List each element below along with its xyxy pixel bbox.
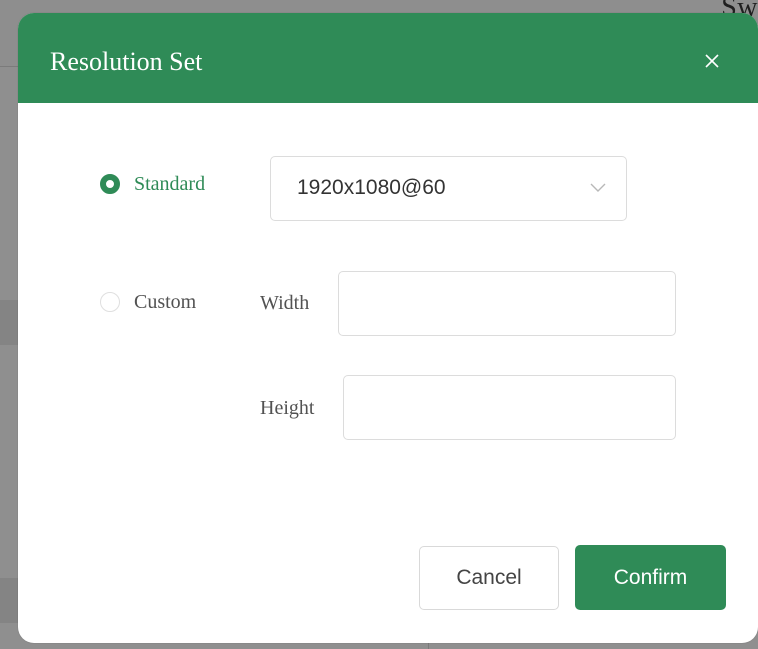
custom-label: Custom <box>134 291 197 313</box>
close-button[interactable] <box>700 49 724 73</box>
width-input[interactable] <box>338 271 676 336</box>
resolution-select-value: 1920x1080@60 <box>297 176 446 199</box>
radio-unchecked-icon <box>100 292 120 312</box>
confirm-button[interactable]: Confirm <box>575 545 726 610</box>
standard-radio[interactable]: Standard <box>100 174 205 194</box>
close-icon <box>705 54 719 68</box>
dialog-title: Resolution Set <box>50 47 203 76</box>
resolution-set-dialog: Resolution Set Standard 1920x1080@60 Cus… <box>18 13 758 643</box>
dialog-header: Resolution Set <box>18 13 758 103</box>
custom-radio[interactable]: Custom <box>100 292 196 312</box>
chevron-down-icon <box>590 183 606 192</box>
standard-label: Standard <box>134 173 206 195</box>
height-input[interactable] <box>343 375 676 440</box>
radio-checked-icon <box>100 174 120 194</box>
cancel-button[interactable]: Cancel <box>419 546 559 610</box>
resolution-select[interactable]: 1920x1080@60 <box>270 156 627 221</box>
height-label: Height <box>260 397 315 419</box>
width-label: Width <box>260 292 310 314</box>
